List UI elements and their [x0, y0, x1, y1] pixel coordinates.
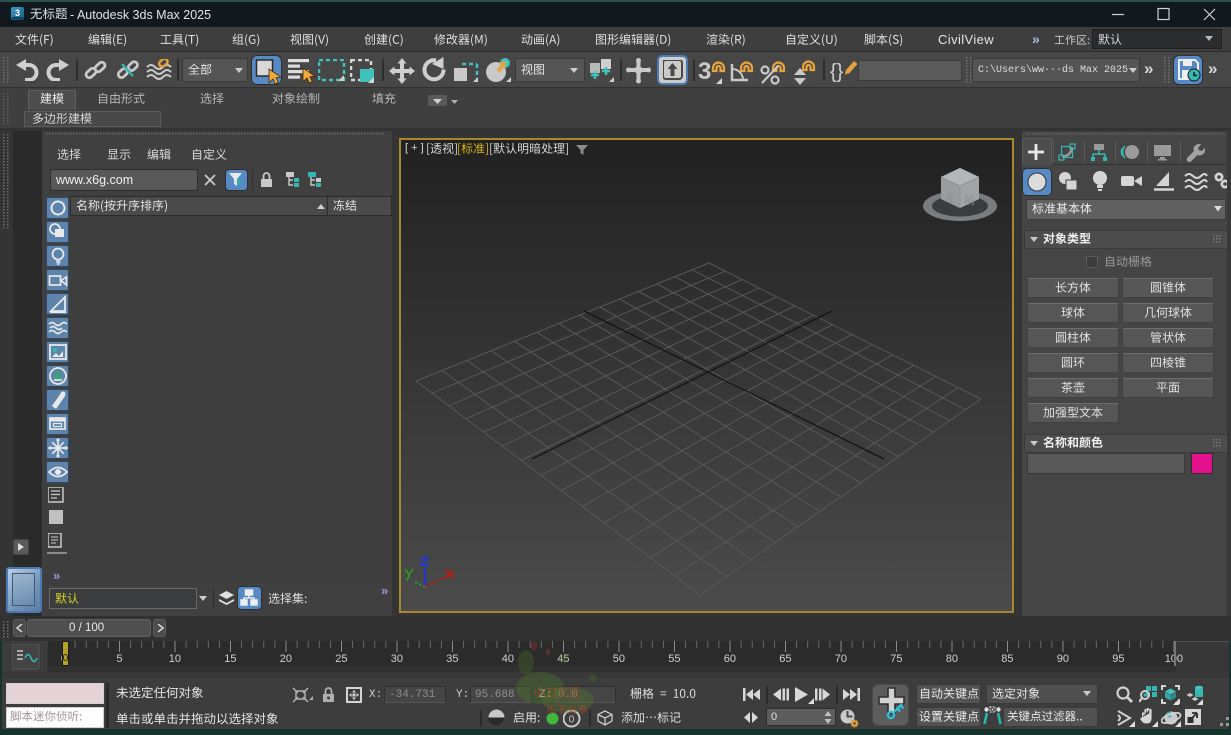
- svg-text:{}: {}: [830, 61, 844, 83]
- svg-text:3: 3: [15, 8, 20, 18]
- svg-text:3: 3: [698, 58, 711, 85]
